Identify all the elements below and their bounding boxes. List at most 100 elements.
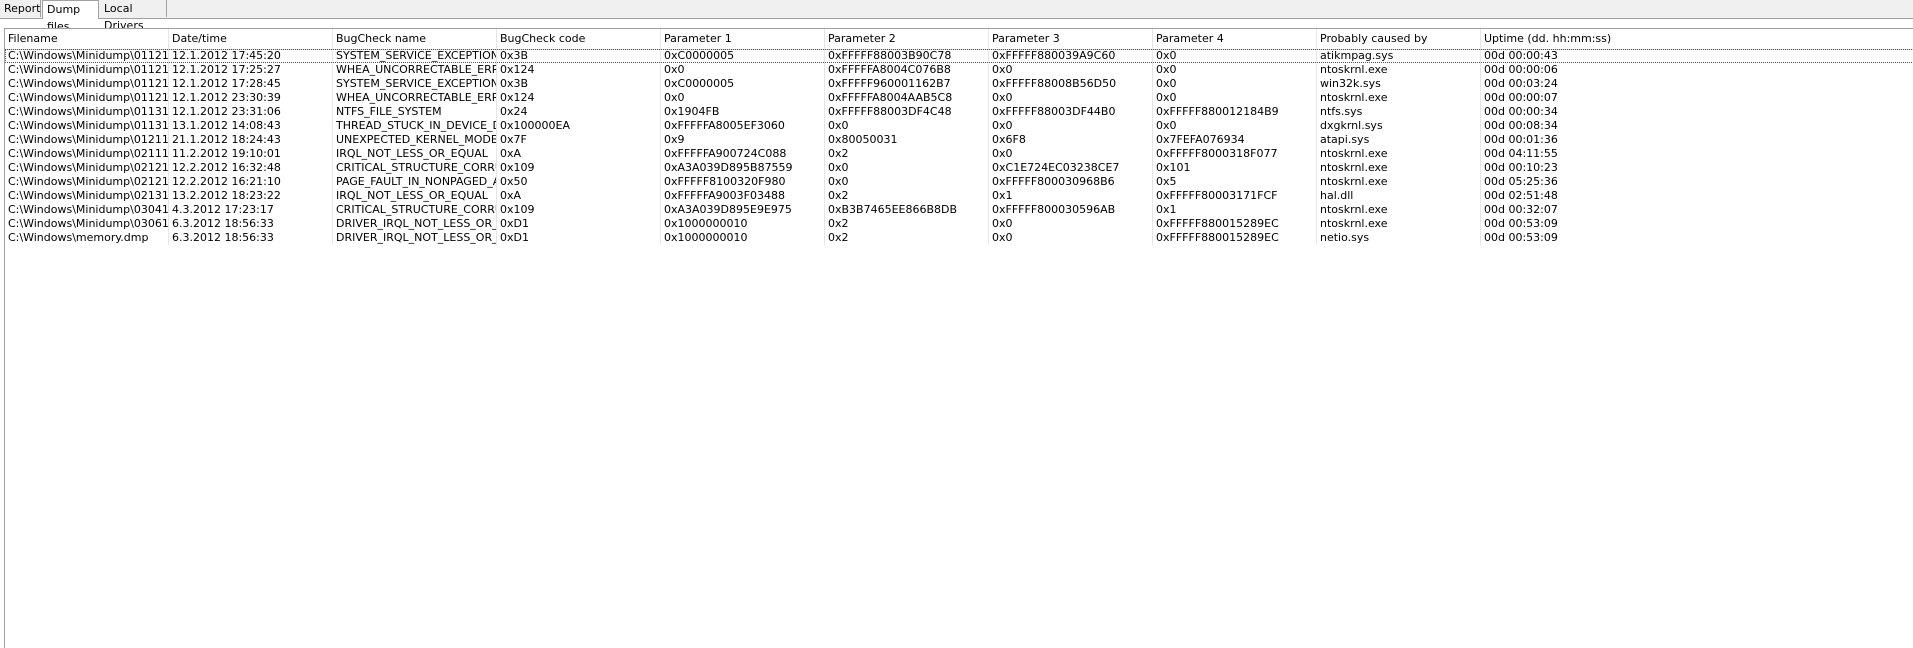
- cell-bugcheck-code: 0xD1: [497, 231, 661, 245]
- dump-files-table[interactable]: Filename Date/time BugCheck name BugChec…: [4, 28, 1913, 648]
- cell-parameter-3: 0x0: [989, 91, 1153, 105]
- cell-parameter-4: 0xFFFFF880015289EC: [1153, 231, 1317, 245]
- cell-parameter-4: 0x0: [1153, 49, 1317, 63]
- cell-parameter-3: 0xFFFFF88008B56D50: [989, 77, 1153, 91]
- cell-parameter-3: 0x0: [989, 63, 1153, 77]
- table-row[interactable]: C:\Windows\Minidump\021112-2948...11.2.2…: [5, 147, 1913, 161]
- cell-bugcheck-code: 0x100000EA: [497, 119, 661, 133]
- cell-parameter-3: 0xFFFFF800030968B6: [989, 175, 1153, 189]
- table-row[interactable]: C:\Windows\Minidump\011312-4346...13.1.2…: [5, 119, 1913, 133]
- cell-parameter-1: 0xA3A039D895B87559: [661, 161, 825, 175]
- cell-bugcheck-name: DRIVER_IRQL_NOT_LESS_OR_EQUAL: [333, 231, 497, 245]
- cell-parameter-1: 0x0: [661, 63, 825, 77]
- cell-parameter-2: 0xFFFFF88003DF4C48: [825, 105, 989, 119]
- cell-uptime: 00d 00:00:07: [1481, 91, 1913, 105]
- cell-probably-caused-by: ntfs.sys: [1317, 105, 1481, 119]
- cell-parameter-2: 0x2: [825, 189, 989, 203]
- cell-filename: C:\Windows\Minidump\021312-3006...: [5, 189, 169, 203]
- cell-bugcheck-name: UNEXPECTED_KERNEL_MODE_TRAP: [333, 133, 497, 147]
- table-row[interactable]: C:\Windows\Minidump\011212-3157...12.1.2…: [5, 49, 1913, 63]
- cell-parameter-3: 0xC1E724EC03238CE7: [989, 161, 1153, 175]
- cell-probably-caused-by: hal.dll: [1317, 189, 1481, 203]
- cell-parameter-1: 0xFFFFFA9003F03488: [661, 189, 825, 203]
- column-header-uptime[interactable]: Uptime (dd. hh:mm:ss): [1481, 29, 1913, 49]
- column-header-parameter-3[interactable]: Parameter 3: [989, 29, 1153, 49]
- table-row[interactable]: C:\Windows\Minidump\030612-2960...6.3.20…: [5, 217, 1913, 231]
- cell-parameter-4: 0x0: [1153, 119, 1317, 133]
- cell-bugcheck-code: 0x24: [497, 105, 661, 119]
- cell-uptime: 00d 00:00:43: [1481, 49, 1913, 63]
- column-header-bugcheck-code[interactable]: BugCheck code: [497, 29, 661, 49]
- table-row[interactable]: C:\Windows\Minidump\021212-3051...12.2.2…: [5, 175, 1913, 189]
- cell-uptime: 00d 00:00:06: [1481, 63, 1913, 77]
- cell-datetime: 21.1.2012 18:24:43: [169, 133, 333, 147]
- cell-uptime: 00d 00:01:36: [1481, 133, 1913, 147]
- table-row[interactable]: C:\Windows\Minidump\012112-3467...21.1.2…: [5, 133, 1913, 147]
- cell-parameter-4: 0x5: [1153, 175, 1317, 189]
- table-row[interactable]: C:\Windows\Minidump\011212-3823...12.1.2…: [5, 63, 1913, 77]
- cell-filename: C:\Windows\Minidump\011312-4293...: [5, 105, 169, 119]
- cell-bugcheck-code: 0xA: [497, 147, 661, 161]
- column-header-parameter-1[interactable]: Parameter 1: [661, 29, 825, 49]
- tab-dump-files[interactable]: Dump files: [42, 0, 99, 33]
- cell-bugcheck-code: 0x50: [497, 175, 661, 189]
- table-row[interactable]: C:\Windows\Minidump\021212-2976...12.2.2…: [5, 161, 1913, 175]
- table-row[interactable]: C:\Windows\Minidump\030412-3619...4.3.20…: [5, 203, 1913, 217]
- cell-probably-caused-by: dxgkrnl.sys: [1317, 119, 1481, 133]
- table-row[interactable]: C:\Windows\Minidump\011212-4020...12.1.2…: [5, 77, 1913, 91]
- cell-bugcheck-name: SYSTEM_SERVICE_EXCEPTION: [333, 49, 497, 63]
- cell-datetime: 12.2.2012 16:32:48: [169, 161, 333, 175]
- cell-bugcheck-name: THREAD_STUCK_IN_DEVICE_DRIVE...: [333, 119, 497, 133]
- cell-parameter-3: 0x0: [989, 231, 1153, 245]
- cell-filename: C:\Windows\Minidump\030412-3619...: [5, 203, 169, 217]
- cell-parameter-2: 0x0: [825, 175, 989, 189]
- cell-datetime: 12.1.2012 23:30:39: [169, 91, 333, 105]
- cell-filename: C:\Windows\Minidump\021212-3051...: [5, 175, 169, 189]
- cell-filename: C:\Windows\Minidump\030612-2960...: [5, 217, 169, 231]
- table-row[interactable]: C:\Windows\Minidump\011212-3280...12.1.2…: [5, 91, 1913, 105]
- tab-local-drivers[interactable]: Local Drivers: [100, 0, 167, 32]
- cell-bugcheck-code: 0x3B: [497, 77, 661, 91]
- column-header-filename[interactable]: Filename: [5, 29, 169, 49]
- cell-probably-caused-by: atapi.sys: [1317, 133, 1481, 147]
- cell-datetime: 12.1.2012 17:28:45: [169, 77, 333, 91]
- cell-filename: C:\Windows\Minidump\011212-3280...: [5, 91, 169, 105]
- cell-parameter-1: 0xFFFFFA8005EF3060: [661, 119, 825, 133]
- cell-probably-caused-by: ntoskrnl.exe: [1317, 63, 1481, 77]
- cell-bugcheck-name: NTFS_FILE_SYSTEM: [333, 105, 497, 119]
- cell-bugcheck-name: IRQL_NOT_LESS_OR_EQUAL: [333, 147, 497, 161]
- cell-probably-caused-by: netio.sys: [1317, 231, 1481, 245]
- cell-parameter-4: 0xFFFFF880015289EC: [1153, 217, 1317, 231]
- cell-parameter-2: 0x2: [825, 147, 989, 161]
- cell-filename: C:\Windows\Minidump\021112-2948...: [5, 147, 169, 161]
- cell-parameter-1: 0xC0000005: [661, 49, 825, 63]
- column-header-datetime[interactable]: Date/time: [169, 29, 333, 49]
- cell-datetime: 12.2.2012 16:21:10: [169, 175, 333, 189]
- column-header-bugcheck-name[interactable]: BugCheck name: [333, 29, 497, 49]
- cell-parameter-1: 0x1000000010: [661, 231, 825, 245]
- column-header-probably-caused-by[interactable]: Probably caused by: [1317, 29, 1481, 49]
- cell-parameter-1: 0x0: [661, 91, 825, 105]
- cell-bugcheck-name: PAGE_FAULT_IN_NONPAGED_AREA: [333, 175, 497, 189]
- cell-bugcheck-name: WHEA_UNCORRECTABLE_ERROR: [333, 63, 497, 77]
- cell-uptime: 00d 02:51:48: [1481, 189, 1913, 203]
- cell-bugcheck-name: CRITICAL_STRUCTURE_CORRUPTION: [333, 203, 497, 217]
- table-row[interactable]: C:\Windows\Minidump\011312-4293...12.1.2…: [5, 105, 1913, 119]
- cell-probably-caused-by: atikmpag.sys: [1317, 49, 1481, 63]
- cell-uptime: 00d 00:03:24: [1481, 77, 1913, 91]
- cell-datetime: 13.2.2012 18:23:22: [169, 189, 333, 203]
- cell-bugcheck-code: 0x109: [497, 161, 661, 175]
- cell-parameter-1: 0xFFFFFA900724C088: [661, 147, 825, 161]
- cell-parameter-1: 0xC0000005: [661, 77, 825, 91]
- cell-filename: C:\Windows\Minidump\012112-3467...: [5, 133, 169, 147]
- table-row[interactable]: C:\Windows\Minidump\021312-3006...13.2.2…: [5, 189, 1913, 203]
- tab-report[interactable]: Report: [0, 0, 41, 17]
- column-header-parameter-2[interactable]: Parameter 2: [825, 29, 989, 49]
- cell-uptime: 00d 00:08:34: [1481, 119, 1913, 133]
- table-row[interactable]: C:\Windows\memory.dmp 6.3.2012 18:56:33 DR…: [5, 231, 1913, 245]
- cell-uptime: 00d 00:53:09: [1481, 217, 1913, 231]
- cell-parameter-4: 0xFFFFF80003171FCF: [1153, 189, 1317, 203]
- cell-probably-caused-by: win32k.sys: [1317, 77, 1481, 91]
- column-header-parameter-4[interactable]: Parameter 4: [1153, 29, 1317, 49]
- cell-uptime: 00d 00:00:34: [1481, 105, 1913, 119]
